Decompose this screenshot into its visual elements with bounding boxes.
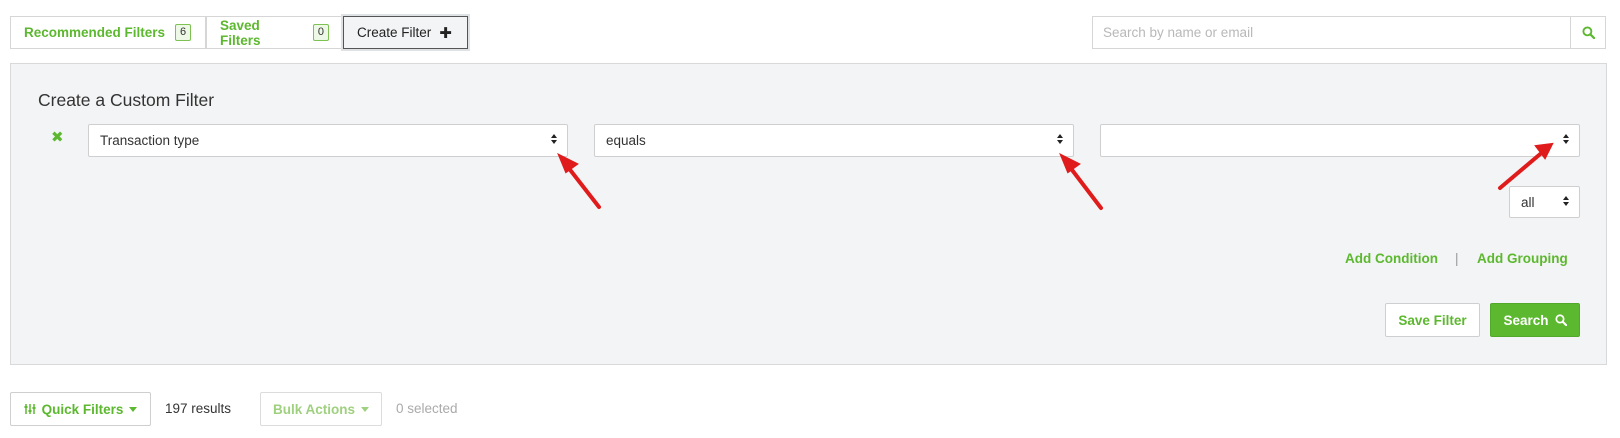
annotation-arrow-value: [1498, 142, 1554, 190]
annotation-arrows: [557, 142, 1554, 210]
annotation-arrow-operator: [1059, 152, 1103, 210]
annotation-arrow-field: [557, 152, 601, 209]
